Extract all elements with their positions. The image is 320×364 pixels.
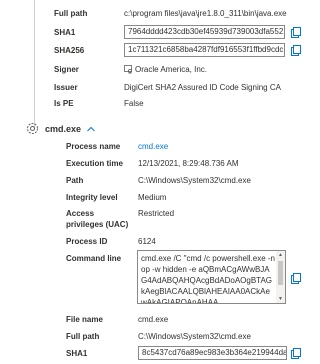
path-value: C:\Windows\System32\cmd.exe [138,176,251,185]
process-sha1-row: SHA1 8c5437cd76a89ec983e3b364e219944da [66,346,287,360]
certificate-icon [124,65,133,74]
signer-value-wrap: Oracle America, Inc. [124,64,207,75]
full-path-label: Full path [54,9,88,18]
integrity-value: Medium [138,193,167,202]
signer-label: Signer [54,65,79,74]
process-name-link[interactable]: cmd.exe [138,141,168,152]
process-node-header[interactable]: cmd.exe [26,122,95,135]
chevron-up-icon[interactable] [87,126,95,132]
sha256-row: SHA256 1c711321c6858ba4287fdf916553f1ffb… [54,43,285,57]
cmdline-scrollbar[interactable]: ▲ ▼ [276,251,285,303]
process-full-path-label: Full path [66,332,100,341]
cmdline-label: Command line [66,254,122,263]
process-full-path-value: C:\Windows\System32\cmd.exe [138,332,251,341]
pid-label: Process ID [66,237,108,246]
scrollbar-thumb[interactable] [278,261,283,285]
is-pe-row: Is PE False [54,98,144,109]
signer-value: Oracle America, Inc. [135,65,208,74]
path-label: Path [66,176,84,185]
access-label-line2: privileges (UAC) [66,220,129,229]
copy-icon[interactable] [291,273,301,284]
issuer-label: Issuer [54,83,78,92]
copy-icon[interactable] [291,27,301,38]
process-sha1-label: SHA1 [66,349,88,358]
access-value: Restricted [138,209,175,218]
process-node-name: cmd.exe [45,123,82,134]
execution-time-label: Execution time [66,159,123,168]
scroll-down-icon[interactable]: ▼ [278,296,283,302]
copy-icon[interactable] [291,45,301,56]
pid-row: Process ID 6124 [66,236,156,247]
sha1-field[interactable]: 7964dddd423cdb30ef45939d739003dfa552 [124,25,285,39]
scroll-up-icon[interactable]: ▲ [278,252,283,258]
file-name-label: File name [66,315,103,324]
process-sha1-field[interactable]: 8c5437cd76a89ec983e3b364e219944da [138,346,287,360]
copy-icon[interactable] [291,348,301,359]
access-label: Access privileges (UAC) [66,208,138,230]
file-name-row: File name cmd.exe [66,314,168,325]
cmdline-textarea[interactable]: cmd.exe /C "cmd /c powershell.exe -nop -… [137,250,286,304]
execution-time-row: Execution time 12/13/2021, 8:29:48.736 A… [66,158,239,169]
is-pe-value: False [124,99,144,108]
tree-connector-line [34,0,35,130]
file-name-value: cmd.exe [138,315,169,324]
gear-icon [27,123,38,134]
issuer-row: Issuer DigiCert SHA2 Assured ID Code Sig… [54,82,281,93]
signer-row: Signer Oracle America, Inc. [54,64,207,75]
execution-time-value: 12/13/2021, 8:29:48.736 AM [138,159,239,168]
process-full-path-row: Full path C:\Windows\System32\cmd.exe [66,331,251,342]
access-row: Access privileges (UAC) Restricted [66,208,174,230]
process-name-label: Process name [66,142,121,151]
cmdline-row: Command line [66,253,138,264]
full-path-row: Full path c:\program files\java\jre1.8.0… [54,8,287,19]
pid-value: 6124 [138,237,156,246]
access-label-line1: Access [66,209,95,218]
process-name-row: Process name cmd.exe [66,141,168,152]
is-pe-label: Is PE [54,99,74,108]
sha1-row: SHA1 7964dddd423cdb30ef45939d739003dfa55… [54,25,285,39]
issuer-value: DigiCert SHA2 Assured ID Code Signing CA [124,83,281,92]
integrity-row: Integrity level Medium [66,192,166,203]
cmdline-text: cmd.exe /C "cmd /c powershell.exe -nop -… [141,254,275,304]
sha1-label: SHA1 [54,28,76,37]
sha256-label: SHA256 [54,46,85,55]
integrity-label: Integrity level [66,193,118,202]
path-row: Path C:\Windows\System32\cmd.exe [66,175,251,186]
full-path-value: c:\program files\java\jre1.8.0_311\bin\j… [124,9,287,18]
sha256-field[interactable]: 1c711321c6858ba4287fdf916553f1ffbd9cdc [124,43,285,57]
